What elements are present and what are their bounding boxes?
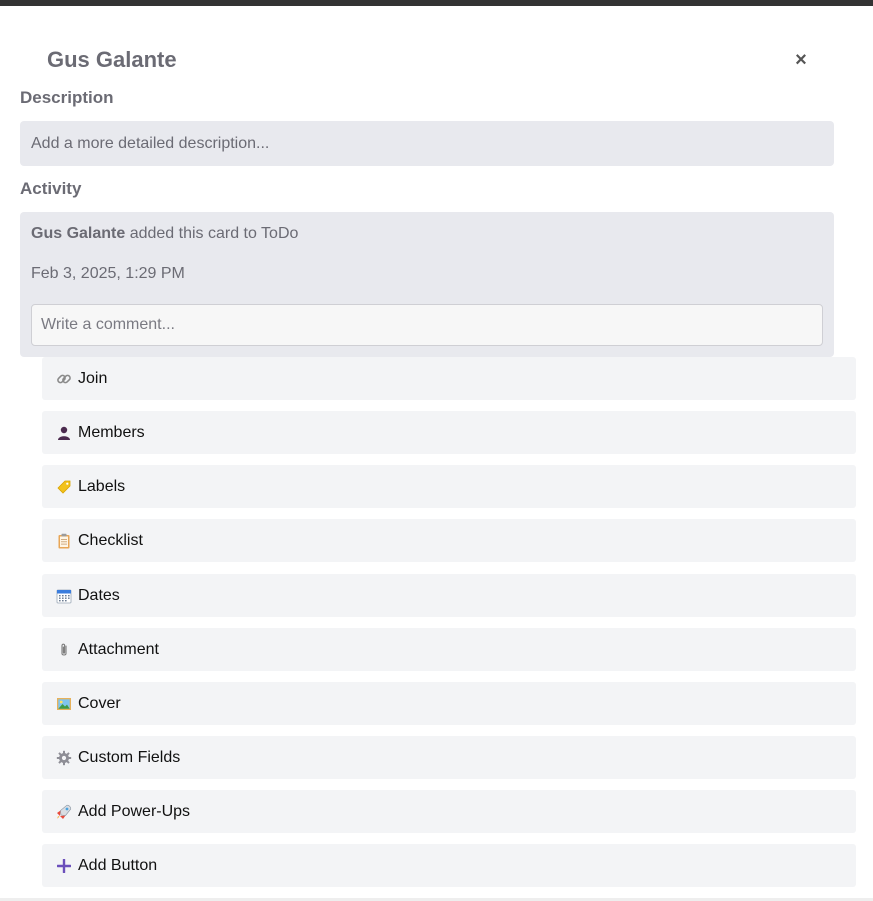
join-label: Join <box>78 369 108 387</box>
members-label: Members <box>78 423 145 441</box>
labels-label: Labels <box>78 477 126 495</box>
add-power-ups-button[interactable]: Add Power-Ups <box>42 790 856 833</box>
cover-button[interactable]: Cover <box>42 682 856 725</box>
gear-icon <box>56 750 72 766</box>
close-button[interactable]: × <box>789 48 813 72</box>
label-tag-icon <box>56 479 72 495</box>
description-heading: Description <box>20 88 114 107</box>
paperclip-icon <box>56 642 72 658</box>
description-field[interactable]: Add a more detailed description... <box>20 121 834 166</box>
activity-heading: Activity <box>20 179 82 198</box>
add-button-label: Add Button <box>78 856 158 874</box>
attachment-label: Attachment <box>78 640 159 658</box>
comment-input[interactable] <box>31 304 823 346</box>
checklist-label: Checklist <box>78 531 143 549</box>
activity-timestamp: Feb 3, 2025, 1:29 PM <box>31 265 185 282</box>
link-icon <box>56 371 72 387</box>
person-icon <box>56 425 72 441</box>
activity-user: Gus Galante <box>31 225 126 242</box>
labels-button[interactable]: Labels <box>42 465 856 508</box>
calendar-icon <box>56 588 72 604</box>
custom-fields-label: Custom Fields <box>78 748 181 766</box>
custom-fields-button[interactable]: Custom Fields <box>42 736 856 779</box>
dates-label: Dates <box>78 586 120 604</box>
picture-icon <box>56 696 72 712</box>
attachment-button[interactable]: Attachment <box>42 628 856 671</box>
cover-label: Cover <box>78 694 121 712</box>
add-power-ups-label: Add Power-Ups <box>78 802 191 820</box>
join-button[interactable]: Join <box>42 357 856 400</box>
clipboard-icon <box>56 533 72 549</box>
members-button[interactable]: Members <box>42 411 856 454</box>
window-top-bar <box>0 0 873 6</box>
checklist-button[interactable]: Checklist <box>42 519 856 562</box>
add-button-button[interactable]: Add Button <box>42 844 856 887</box>
activity-text: added this card to ToDo <box>125 225 299 242</box>
rocket-icon <box>56 804 72 820</box>
dates-button[interactable]: Dates <box>42 574 856 617</box>
card-title: Gus Galante <box>47 47 177 72</box>
activity-entry: Gus Galante added this card to ToDo <box>31 224 298 244</box>
activity-panel: Gus Galante added this card to ToDo Feb … <box>20 212 834 357</box>
plus-icon <box>56 858 72 874</box>
